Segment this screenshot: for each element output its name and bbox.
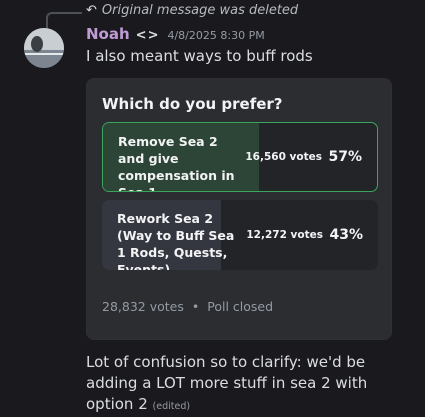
- reply-connector-line: [46, 12, 82, 28]
- avatar-image: [24, 28, 64, 68]
- timestamp: 4/8/2025 8:30 PM: [167, 29, 265, 42]
- poll: Which do you prefer? Remove Sea 2 and gi…: [86, 78, 392, 340]
- poll-question: Which do you prefer?: [102, 95, 283, 113]
- message-text-2: Lot of confusion so to clarify: we'd be …: [86, 352, 406, 417]
- poll-answer-1-text: Remove Sea 2 and give compensation in Se…: [118, 134, 235, 191]
- message-header: Noah <> 4/8/2025 8:30 PM: [86, 25, 265, 43]
- message-text: I also meant ways to buff rods: [86, 47, 313, 65]
- reply-reference[interactable]: ↶ Original message was deleted: [86, 3, 298, 18]
- poll-answer-1-votes: 16,560 votes: [245, 151, 322, 163]
- message-2-body: Lot of confusion so to clarify: we'd be …: [86, 353, 368, 413]
- poll-answer-2-votes: 12,272 votes: [246, 229, 323, 241]
- poll-answer-1-percent: 57%: [328, 149, 362, 165]
- poll-separator: •: [191, 299, 200, 314]
- poll-answer-2-percent: 43%: [329, 227, 363, 243]
- poll-total-votes[interactable]: 28,832 votes: [102, 299, 184, 314]
- username[interactable]: Noah: [86, 25, 130, 43]
- poll-answer-2[interactable]: Rework Sea 2 (Way to Buff Sea 1 Rods, Qu…: [102, 200, 378, 270]
- code-brackets-icon: <>: [135, 28, 160, 43]
- poll-answer-1[interactable]: Remove Sea 2 and give compensation in Se…: [102, 122, 378, 192]
- poll-answer-2-text: Rework Sea 2 (Way to Buff Sea 1 Rods, Qu…: [117, 211, 235, 270]
- poll-footer: 28,832 votes • Poll closed: [102, 299, 273, 314]
- poll-status: Poll closed: [207, 299, 274, 314]
- edited-label: (edited): [152, 401, 191, 412]
- reply-text: Original message was deleted: [101, 3, 299, 18]
- reply-arrow-icon: ↶: [86, 3, 97, 18]
- avatar[interactable]: [24, 28, 64, 68]
